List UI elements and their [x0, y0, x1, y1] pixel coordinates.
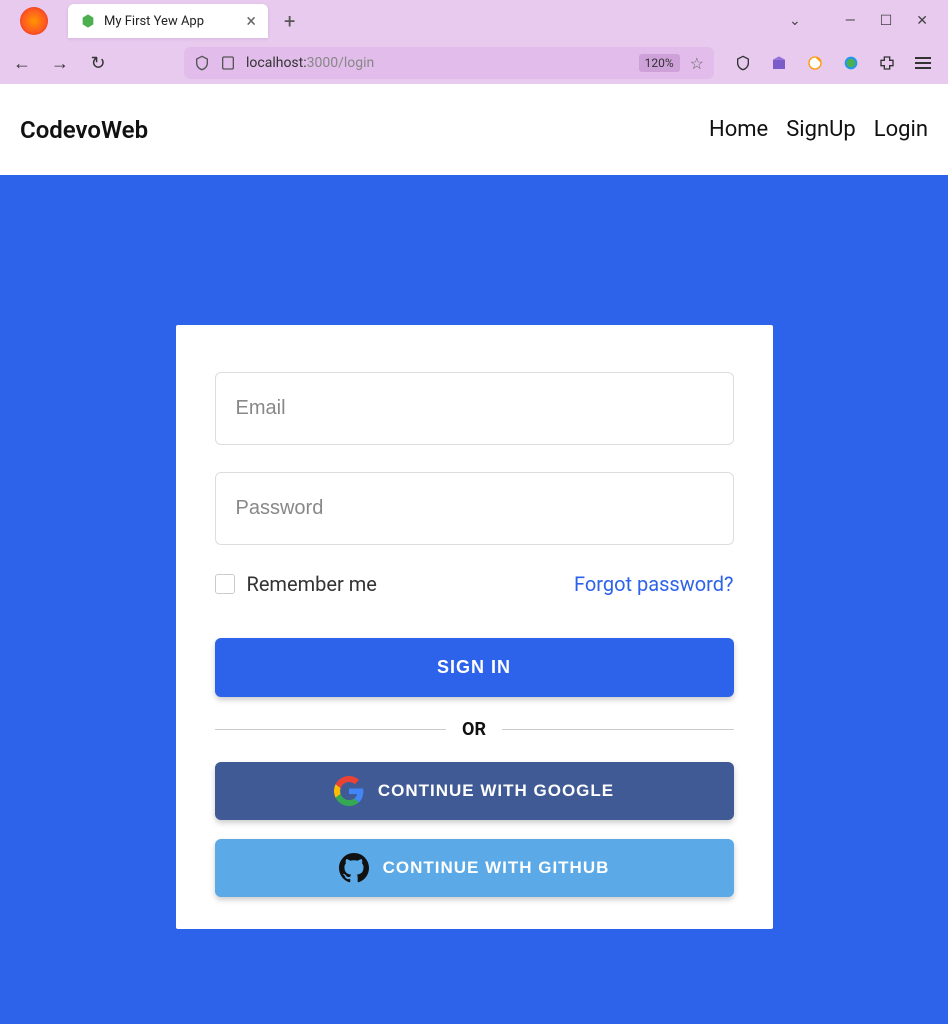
back-button[interactable]: ← [10, 53, 34, 74]
maximize-button[interactable]: ☐ [880, 13, 893, 29]
url-text: localhost:3000/login [246, 55, 629, 71]
tab-title: My First Yew App [104, 14, 238, 29]
reload-button[interactable]: ↻ [86, 53, 110, 74]
tabs-dropdown-icon[interactable]: ⌄ [789, 13, 801, 29]
divider: OR [215, 719, 734, 740]
nav-link-login[interactable]: Login [874, 117, 928, 142]
nav-links: Home SignUp Login [709, 117, 928, 142]
extension-purple-icon[interactable] [770, 54, 788, 72]
window-controls: ⌄ — ☐ ✕ [789, 13, 940, 29]
pocket-icon[interactable] [734, 54, 752, 72]
remember-label: Remember me [247, 572, 377, 596]
extensions-icon[interactable] [878, 54, 896, 72]
address-bar[interactable]: localhost:3000/login 120% ☆ [184, 47, 714, 79]
firefox-logo-icon [20, 7, 48, 35]
shield-icon [194, 55, 210, 71]
extension-globe-icon[interactable] [842, 54, 860, 72]
page-info-icon [220, 55, 236, 71]
address-bar-row: ← → ↻ localhost:3000/login 120% ☆ [0, 42, 948, 84]
yew-favicon-icon [80, 13, 96, 29]
forgot-password-link[interactable]: Forgot password? [574, 572, 734, 596]
nav-link-home[interactable]: Home [709, 117, 768, 142]
menu-button[interactable] [914, 54, 932, 72]
zoom-badge[interactable]: 120% [639, 54, 680, 72]
tab-bar: My First Yew App × + ⌄ — ☐ ✕ [0, 0, 948, 42]
new-tab-button[interactable]: + [284, 9, 295, 33]
email-field[interactable] [215, 372, 734, 445]
google-signin-button[interactable]: CONTINUE WITH GOOGLE [215, 762, 734, 820]
page-header: CodevoWeb Home SignUp Login [0, 84, 948, 175]
brand-logo[interactable]: CodevoWeb [20, 116, 148, 144]
close-window-button[interactable]: ✕ [916, 13, 928, 29]
forward-button[interactable]: → [48, 53, 72, 74]
signin-button[interactable]: SIGN IN [215, 638, 734, 697]
tab-close-icon[interactable]: × [246, 11, 256, 32]
login-card: Remember me Forgot password? SIGN IN OR … [176, 325, 773, 929]
password-field[interactable] [215, 472, 734, 545]
browser-chrome: My First Yew App × + ⌄ — ☐ ✕ ← → ↻ local… [0, 0, 948, 84]
github-button-label: CONTINUE WITH GITHUB [383, 858, 610, 878]
bookmark-star-icon[interactable]: ☆ [690, 54, 704, 73]
main-content: Remember me Forgot password? SIGN IN OR … [0, 175, 948, 1024]
toolbar-right [734, 54, 938, 72]
divider-text: OR [462, 719, 486, 740]
remember-checkbox[interactable] [215, 574, 235, 594]
github-signin-button[interactable]: CONTINUE WITH GITHUB [215, 839, 734, 897]
browser-tab[interactable]: My First Yew App × [68, 4, 268, 38]
extension-orange-icon[interactable] [806, 54, 824, 72]
google-button-label: CONTINUE WITH GOOGLE [378, 781, 614, 801]
minimize-button[interactable]: — [845, 13, 856, 29]
google-icon [334, 776, 364, 806]
github-icon [339, 853, 369, 883]
nav-link-signup[interactable]: SignUp [786, 117, 856, 142]
remember-row: Remember me Forgot password? [215, 572, 734, 596]
